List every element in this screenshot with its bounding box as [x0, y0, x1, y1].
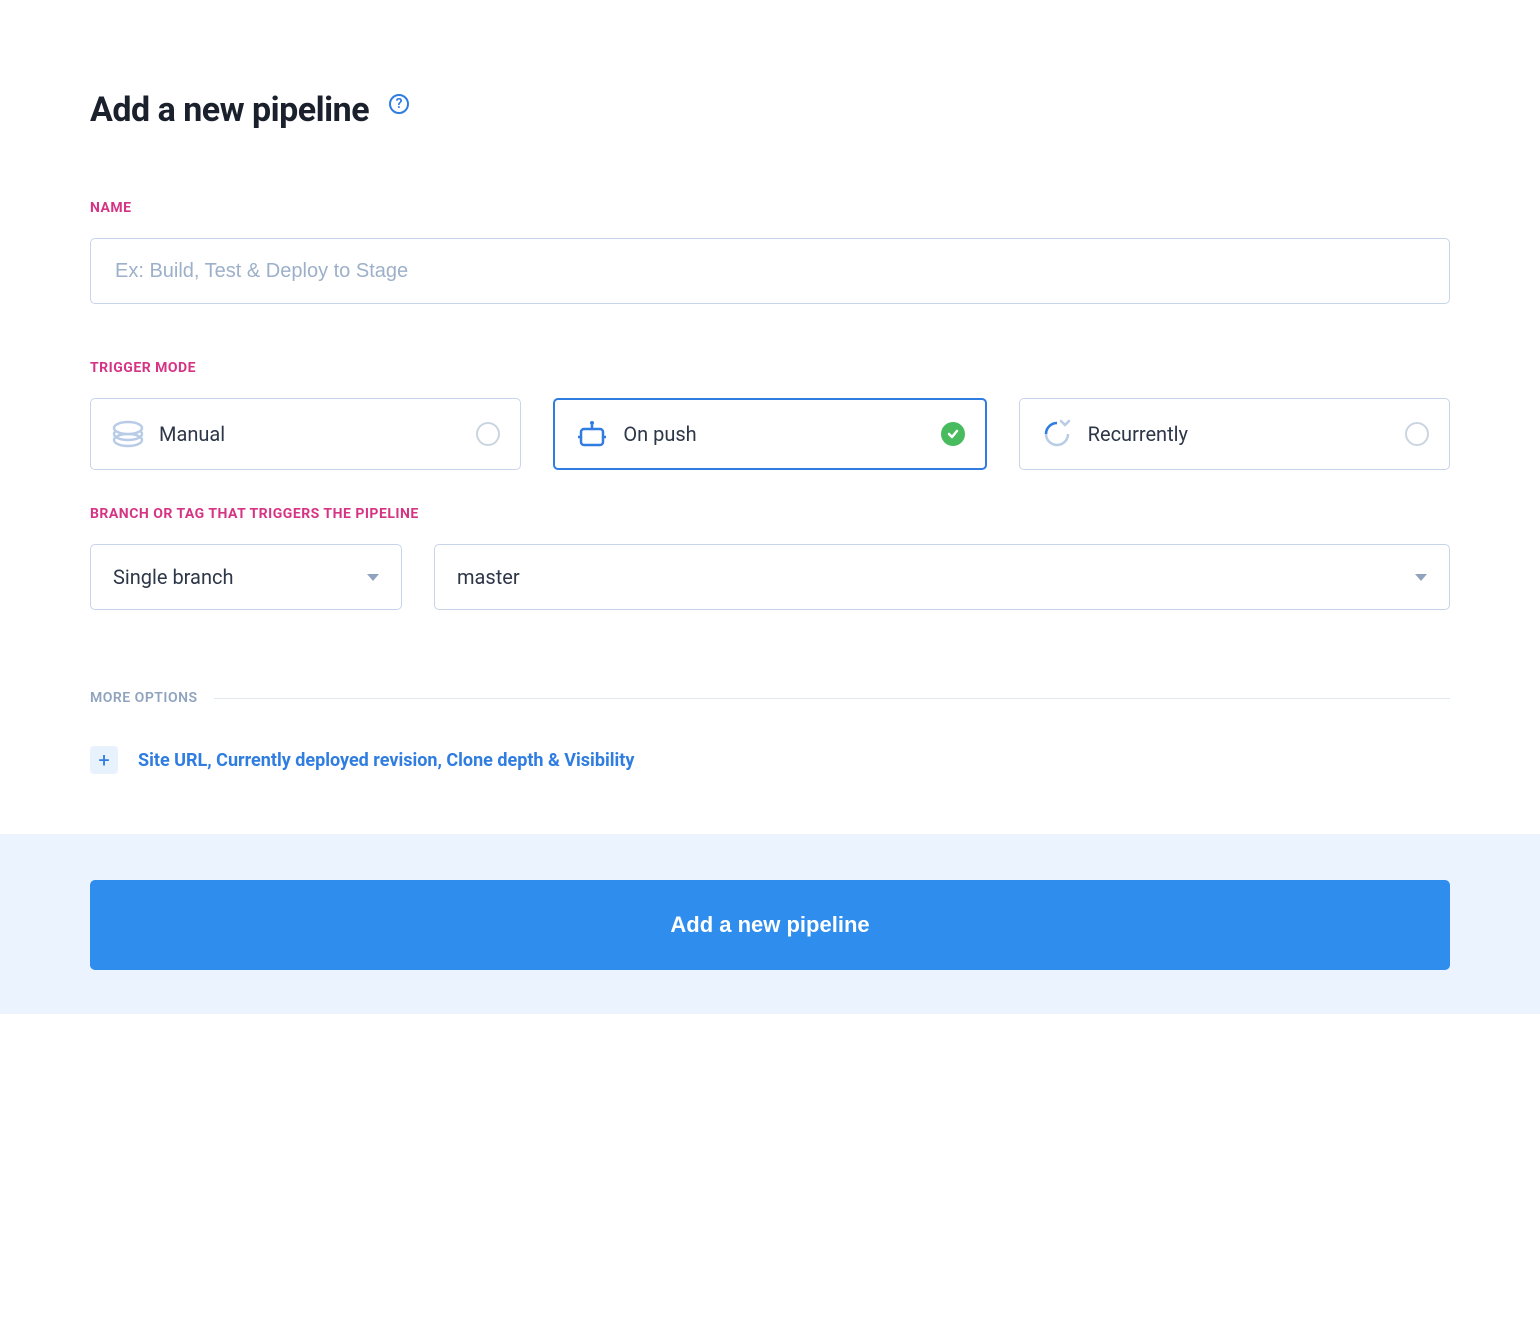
robot-icon [575, 417, 609, 451]
recurring-icon [1040, 417, 1074, 451]
page-title: Add a new pipeline [90, 90, 369, 130]
branch-label: BRANCH OR TAG THAT TRIGGERS THE PIPELINE [90, 506, 1450, 522]
radio-unchecked-icon [476, 422, 500, 446]
branch-scope-select[interactable]: Single branch [90, 544, 402, 610]
divider [214, 698, 1450, 699]
trigger-mode-label: TRIGGER MODE [90, 360, 1450, 376]
help-icon[interactable]: ? [389, 94, 409, 114]
trigger-option-on-push[interactable]: On push [553, 398, 986, 470]
footer: Add a new pipeline [0, 834, 1540, 1014]
trigger-option-label: Manual [159, 422, 476, 446]
more-options-expand[interactable]: + Site URL, Currently deployed revision,… [90, 746, 1450, 774]
chevron-down-icon [1415, 574, 1427, 581]
trigger-option-recurrently[interactable]: Recurrently [1019, 398, 1450, 470]
radio-unchecked-icon [1405, 422, 1429, 446]
manual-icon [111, 417, 145, 451]
branch-name-select[interactable]: master [434, 544, 1450, 610]
more-options-label: MORE OPTIONS [90, 690, 198, 706]
trigger-option-label: On push [623, 422, 940, 446]
chevron-down-icon [367, 574, 379, 581]
trigger-option-manual[interactable]: Manual [90, 398, 521, 470]
name-label: NAME [90, 200, 1450, 216]
more-options-text: Site URL, Currently deployed revision, C… [138, 750, 634, 771]
add-pipeline-button[interactable]: Add a new pipeline [90, 880, 1450, 970]
branch-name-value: master [457, 565, 520, 589]
plus-icon: + [90, 746, 118, 774]
pipeline-name-input[interactable] [90, 238, 1450, 304]
branch-scope-value: Single branch [113, 565, 233, 589]
trigger-option-label: Recurrently [1088, 422, 1405, 446]
more-options-header: MORE OPTIONS [90, 690, 1450, 706]
radio-checked-icon [941, 422, 965, 446]
page-header: Add a new pipeline ? [90, 90, 1450, 130]
